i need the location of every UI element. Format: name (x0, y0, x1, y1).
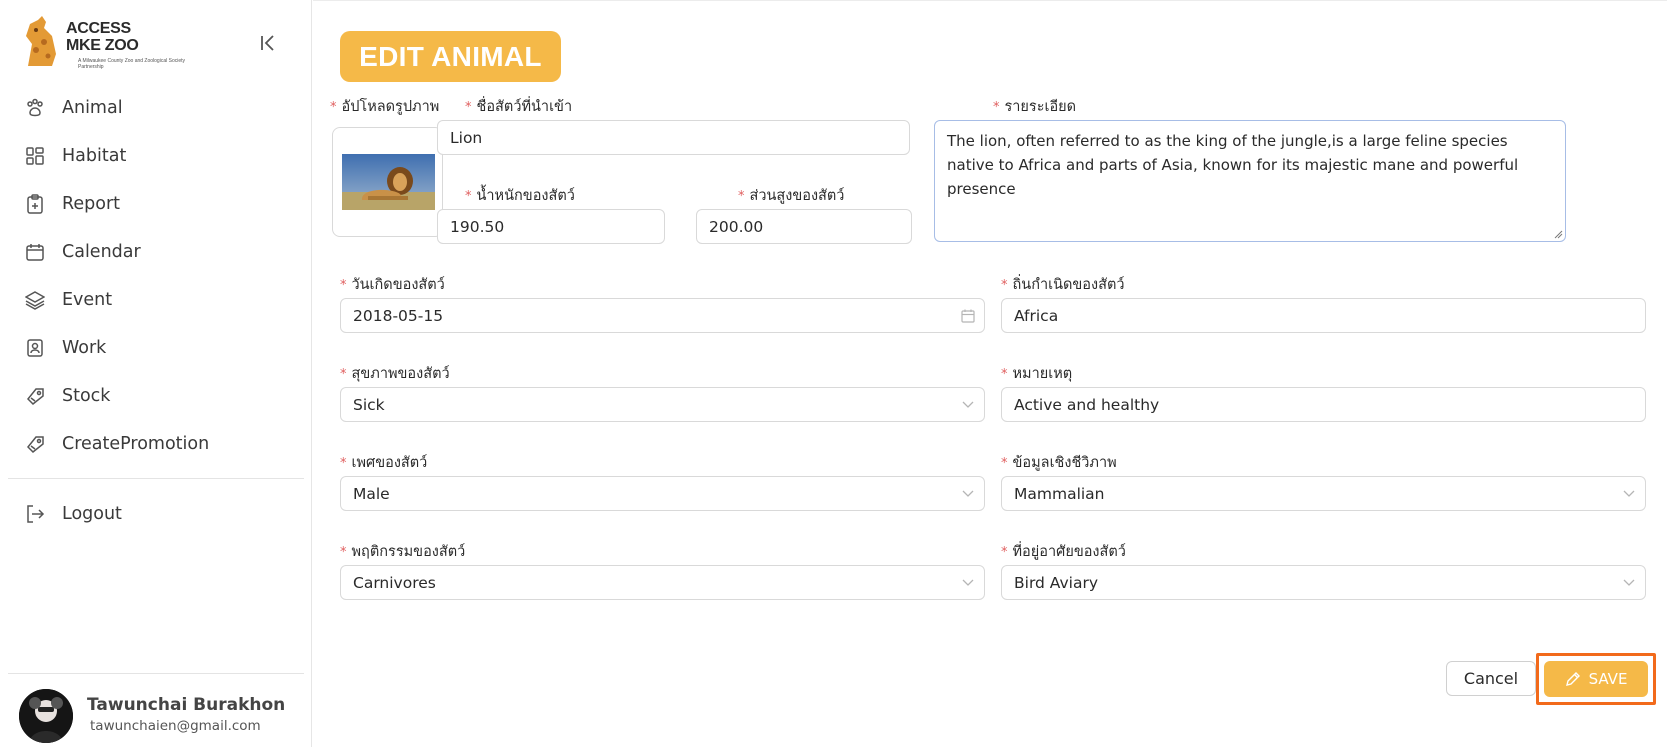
habitat-label: * ที่อยู่อาศัยของสัตว์ (1001, 544, 1126, 560)
logout-area: Logout (0, 490, 312, 538)
chevron-down-icon (1613, 477, 1645, 510)
sidebar-item-label: Event (62, 290, 113, 310)
image-upload[interactable] (332, 127, 443, 237)
user-name: Tawunchai Burakhon (87, 695, 286, 715)
calendar-icon[interactable] (952, 299, 984, 332)
giraffe-logo-icon (26, 16, 56, 66)
weight-label: * น้ำหนักของสัตว์ (465, 188, 575, 204)
layers-icon (24, 289, 46, 311)
sidebar-item-label: Animal (62, 98, 123, 118)
badge-icon (24, 337, 46, 359)
health-label: * สุขภาพของสัตว์ (340, 366, 450, 382)
sidebar-item-stock[interactable]: Stock (0, 372, 312, 420)
animal-photo (342, 154, 435, 210)
cancel-button[interactable]: Cancel (1446, 661, 1536, 696)
sidebar-item-label: Report (62, 194, 121, 214)
sidebar-item-animal[interactable]: Animal (0, 84, 312, 132)
note-label: * หมายเหตุ (1001, 366, 1073, 382)
sidebar: ACCESS MKE ZOO A Milwaukee County Zoo an… (0, 0, 312, 747)
zoo-logo[interactable]: ACCESS MKE ZOO A Milwaukee County Zoo an… (22, 14, 185, 74)
sex-select[interactable]: Male (340, 476, 985, 511)
pencil-icon (1565, 671, 1581, 687)
sidebar-item-label: CreatePromotion (62, 434, 210, 454)
save-button[interactable]: SAVE (1544, 661, 1648, 697)
avatar (19, 689, 73, 743)
tag-icon (24, 433, 46, 455)
sidebar-item-label: Habitat (62, 146, 127, 166)
animal-name-input[interactable]: Lion (437, 120, 910, 155)
chevron-down-icon (952, 566, 984, 599)
sidebar-item-label: Calendar (62, 242, 141, 262)
upload-label: * อัปโหลดรูปภาพ (330, 99, 440, 115)
behavior-select[interactable]: Carnivores (340, 565, 985, 600)
grid-icon (24, 145, 46, 167)
sidebar-item-label: Stock (62, 386, 111, 406)
sidebar-item-event[interactable]: Event (0, 276, 312, 324)
sidebar-nav: Animal Habitat Report Calendar Event Wor… (0, 84, 312, 468)
origin-label: * ถิ่นกำเนิดของสัตว์ (1001, 277, 1125, 293)
bio-select[interactable]: Mammalian (1001, 476, 1646, 511)
sidebar-divider (8, 478, 304, 479)
resize-handle-icon[interactable] (1553, 229, 1563, 239)
detail-textarea[interactable]: The lion, often referred to as the king … (934, 120, 1566, 242)
sidebar-item-report[interactable]: Report (0, 180, 312, 228)
chevron-down-icon (952, 477, 984, 510)
sex-label: * เพศของสัตว์ (340, 455, 428, 471)
note-input[interactable]: Active and healthy (1001, 387, 1646, 422)
name-label: * ชื่อสัตว์ที่นำเข้า (465, 99, 573, 115)
page-title: EDIT ANIMAL (340, 31, 561, 82)
tag-icon (24, 385, 46, 407)
paw-icon (24, 97, 46, 119)
main-content: EDIT ANIMAL * อัปโหลดรูปภาพ * ชื่อสัตว์ที่… (313, 0, 1667, 747)
origin-input[interactable]: Africa (1001, 298, 1646, 333)
health-select[interactable]: Sick (340, 387, 985, 422)
logo-title: ACCESS MKE ZOO (66, 20, 139, 54)
sidebar-item-calendar[interactable]: Calendar (0, 228, 312, 276)
chevron-down-icon (952, 388, 984, 421)
birthdate-picker[interactable]: 2018-05-15 (340, 298, 985, 333)
sidebar-item-label: Work (62, 338, 107, 358)
logout-button[interactable]: Logout (0, 490, 312, 538)
height-label: * ส่วนสูงของสัตว์ (738, 188, 845, 204)
user-email: tawunchaien@gmail.com (90, 718, 261, 734)
sidebar-item-work[interactable]: Work (0, 324, 312, 372)
detail-label: * รายระเอียด (993, 99, 1077, 115)
bio-label: * ข้อมูลเชิงชีวิภาพ (1001, 455, 1117, 471)
logo-subtitle: A Milwaukee County Zoo and Zoological So… (78, 58, 186, 70)
calendar-icon (24, 241, 46, 263)
birthdate-label: * วันเกิดของสัตว์ (340, 277, 445, 293)
user-profile[interactable]: Tawunchai Burakhon tawunchaien@gmail.com (0, 672, 312, 747)
behavior-label: * พฤติกรรมของสัตว์ (340, 544, 466, 560)
sidebar-item-habitat[interactable]: Habitat (0, 132, 312, 180)
clipboard-icon (24, 193, 46, 215)
weight-input[interactable]: 190.50 (437, 209, 665, 244)
habitat-select[interactable]: Bird Aviary (1001, 565, 1646, 600)
save-label: SAVE (1588, 670, 1628, 688)
height-input[interactable]: 200.00 (696, 209, 912, 244)
logout-label: Logout (62, 504, 122, 524)
collapse-left-icon (261, 35, 274, 51)
sidebar-item-createpromotion[interactable]: CreatePromotion (0, 420, 312, 468)
logout-icon (24, 503, 46, 525)
chevron-down-icon (1613, 566, 1645, 599)
collapse-sidebar-button[interactable] (256, 31, 280, 55)
